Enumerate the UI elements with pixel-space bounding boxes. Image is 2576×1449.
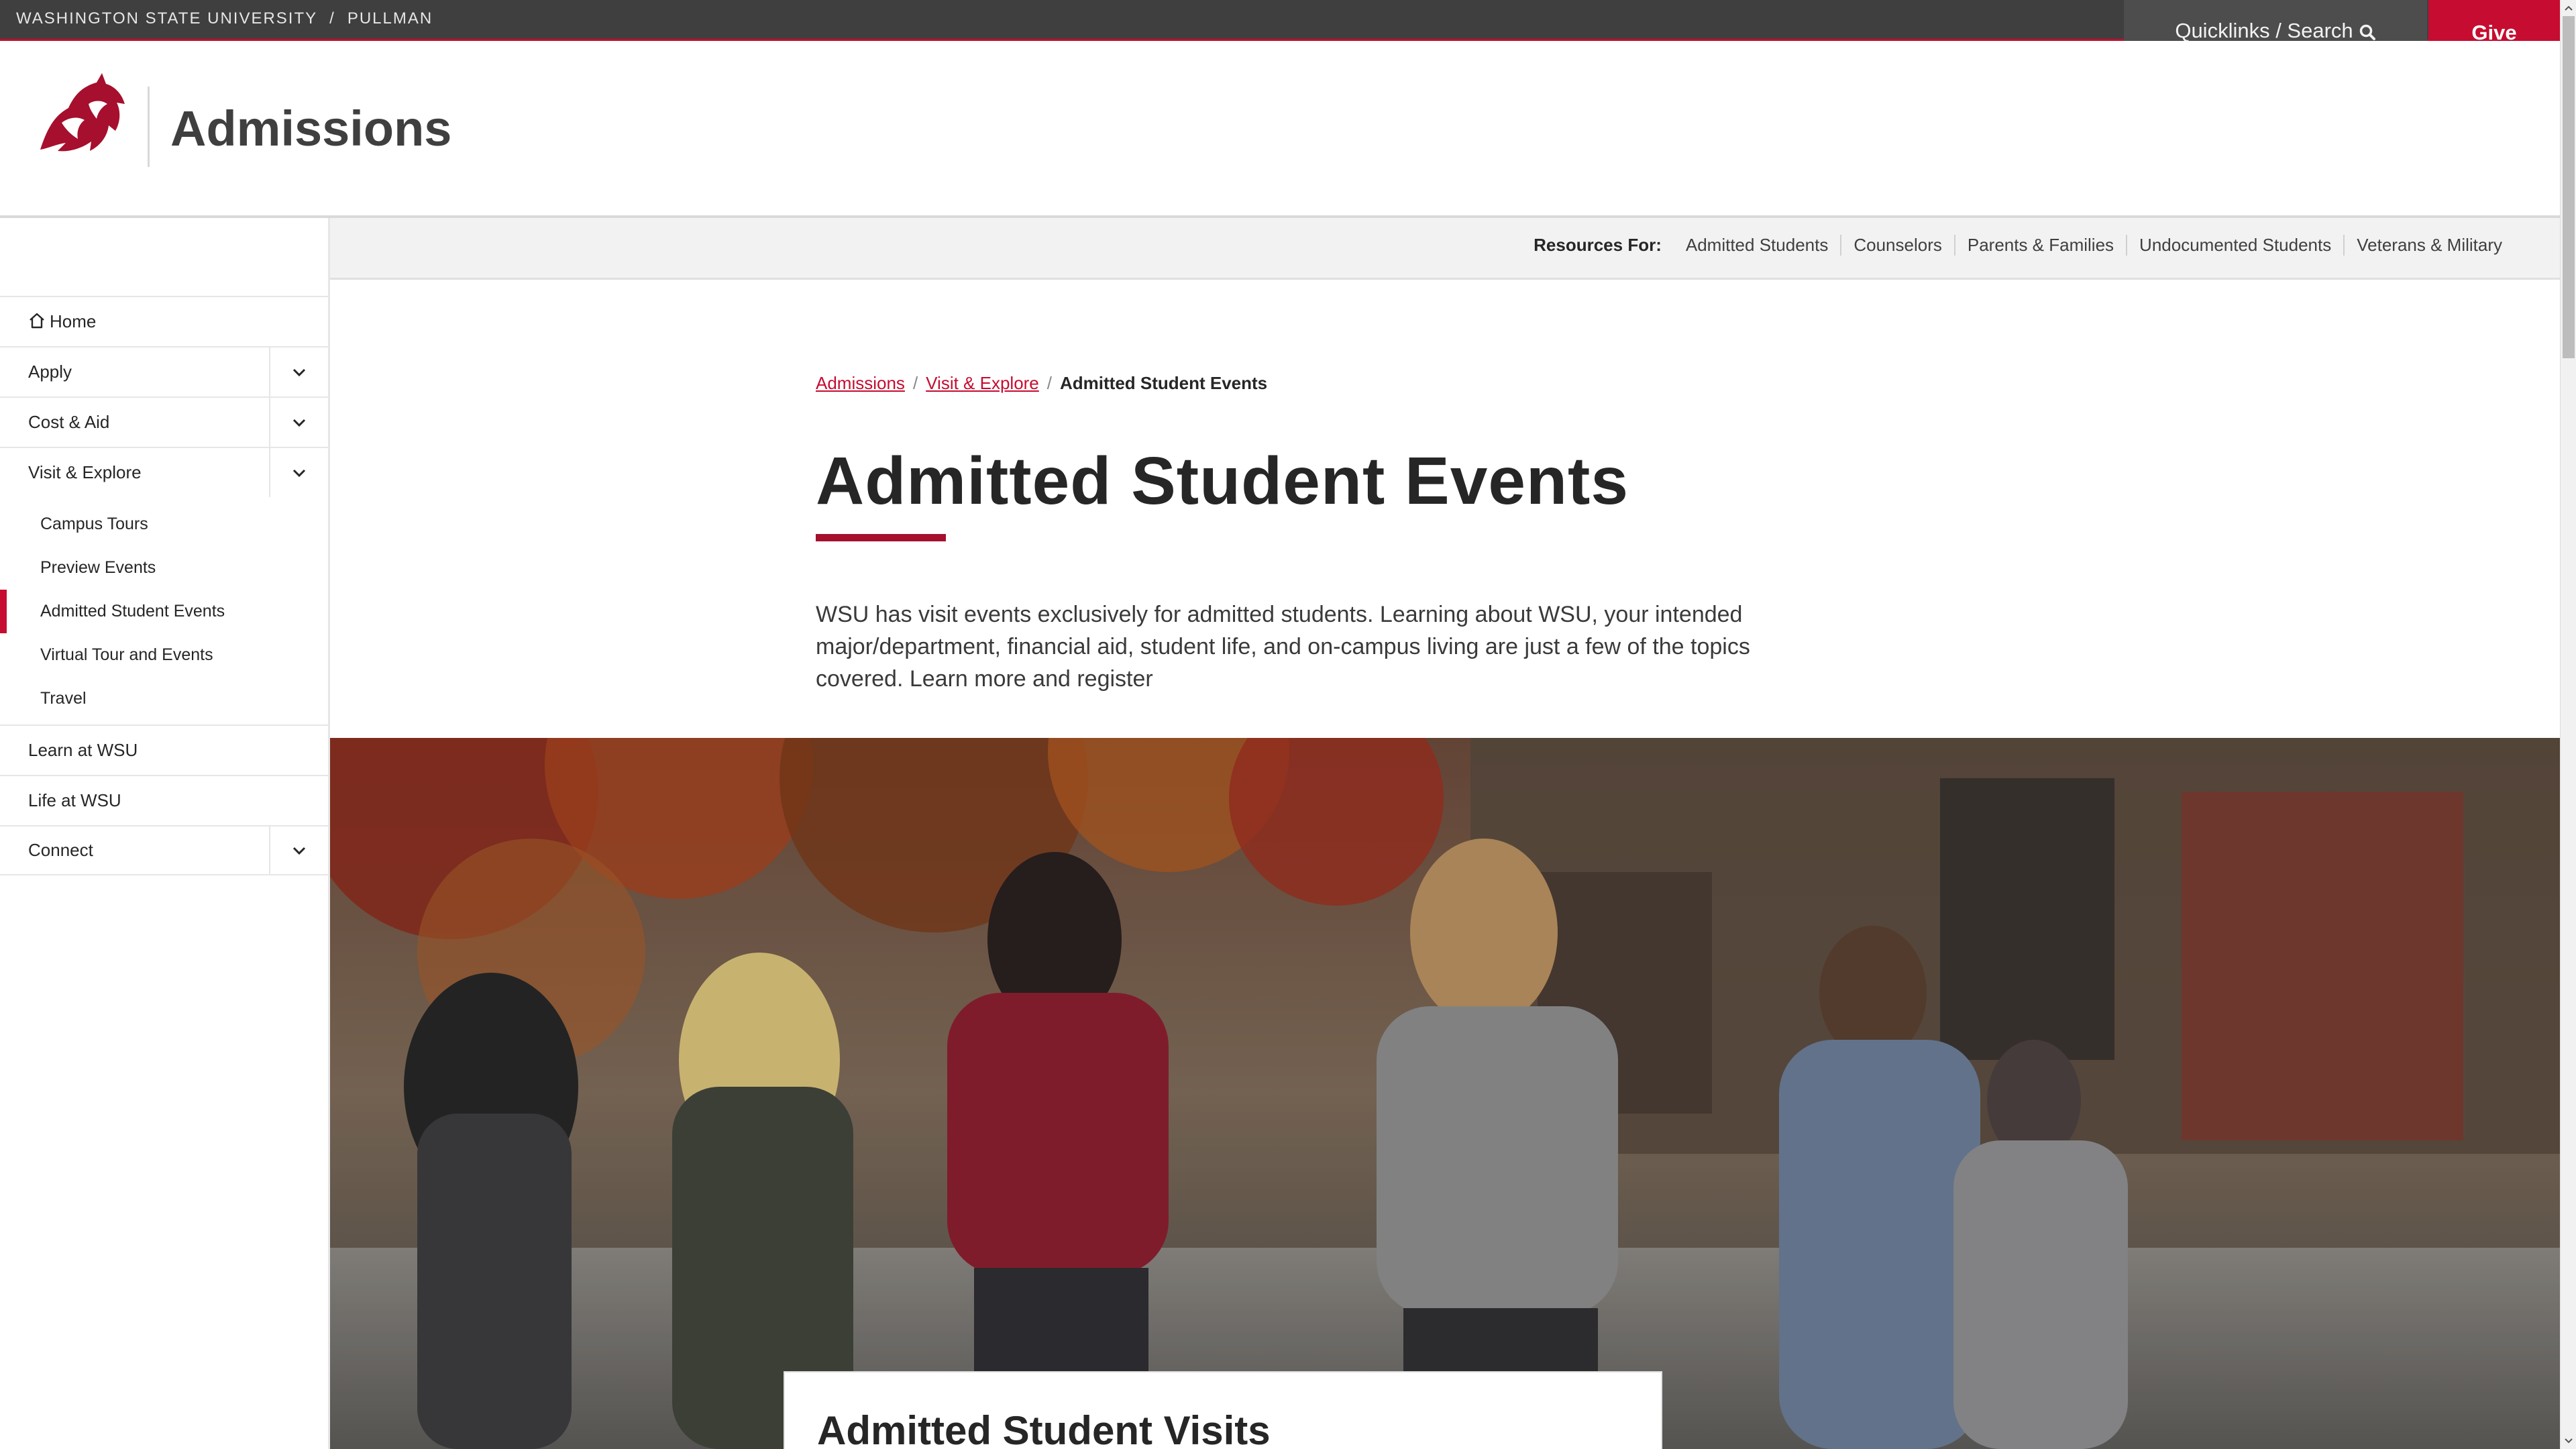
sidebar-subitem-preview-events[interactable]: Preview Events <box>0 546 328 590</box>
sidebar-subitem-travel[interactable]: Travel <box>0 677 328 720</box>
cost-aid-expand-toggle[interactable] <box>269 398 328 447</box>
sidebar-subitem-admitted-student-events[interactable]: Admitted Student Events <box>0 590 328 633</box>
university-breadcrumb: WASHINGTON STATE UNIVERSITY / PULLMAN <box>16 9 433 28</box>
card-title: Admitted Student Visits <box>817 1408 1271 1449</box>
intro-paragraph: WSU has visit events exclusively for adm… <box>816 602 1750 692</box>
sidebar-home-label: Home <box>50 311 97 331</box>
resource-link-veterans-military[interactable]: Veterans & Military <box>2343 235 2514 256</box>
search-icon <box>2359 22 2376 40</box>
home-icon <box>28 312 46 329</box>
wsu-cougar-logo[interactable] <box>27 69 129 171</box>
sidebar: Home Apply Cost & Aid Visit & Explore Ca… <box>0 218 330 1449</box>
sidebar-item-label: Visit & Explore <box>28 462 142 482</box>
breadcrumb-separator: / <box>912 373 918 393</box>
sidebar-item-label: Apply <box>28 362 72 382</box>
chevron-down-icon <box>292 847 306 855</box>
visit-explore-submenu: Campus Tours Preview Events Admitted Stu… <box>0 497 328 724</box>
breadcrumb-separator: / <box>1046 373 1052 393</box>
resources-bar: Resources For: Admitted Students Counsel… <box>330 218 2560 280</box>
admitted-visits-card: Admitted Student Visits <box>784 1371 1662 1449</box>
resource-link-admitted-students[interactable]: Admitted Students <box>1674 235 1840 256</box>
hero-image <box>330 738 2560 1449</box>
scroll-down-arrow-icon[interactable] <box>2561 1433 2576 1449</box>
chevron-down-icon <box>292 419 306 427</box>
apply-expand-toggle[interactable] <box>269 347 328 396</box>
sidebar-item-learn-at-wsu[interactable]: Learn at WSU <box>0 724 328 775</box>
site-title[interactable]: Admissions <box>170 100 451 157</box>
university-link[interactable]: WASHINGTON STATE UNIVERSITY <box>16 9 317 28</box>
sidebar-item-visit-explore[interactable]: Visit & Explore <box>0 447 328 497</box>
resources-label: Resources For: <box>1534 235 1662 255</box>
sidebar-item-label: Cost & Aid <box>28 412 110 432</box>
quicklinks-label: Quicklinks / Search <box>2175 19 2353 42</box>
campus-link[interactable]: PULLMAN <box>347 9 433 28</box>
logo-divider <box>148 87 150 167</box>
sidebar-item-connect[interactable]: Connect <box>0 825 328 875</box>
sidebar-item-label: Connect <box>28 840 93 860</box>
scrollbar-thumb[interactable] <box>2563 16 2575 358</box>
breadcrumb-link-admissions[interactable]: Admissions <box>816 373 905 394</box>
connect-expand-toggle[interactable] <box>269 826 328 874</box>
resource-link-counselors[interactable]: Counselors <box>1840 235 1954 256</box>
sidebar-item-home[interactable]: Home <box>0 296 328 346</box>
chevron-down-icon <box>292 368 306 376</box>
sidebar-item-label: Life at WSU <box>28 790 121 810</box>
sidebar-subitem-virtual-tour[interactable]: Virtual Tour and Events <box>0 633 328 677</box>
page-title: Admitted Student Events <box>816 443 1629 519</box>
resource-link-parents-families[interactable]: Parents & Families <box>1953 235 2126 256</box>
breadcrumb: Admissions / Visit & Explore / Admitted … <box>816 373 1267 394</box>
page-scrollbar[interactable] <box>2560 0 2576 1449</box>
sidebar-item-label: Home <box>0 311 96 332</box>
university-separator: / <box>329 9 335 28</box>
visit-explore-collapse-toggle[interactable] <box>269 448 328 497</box>
sidebar-item-apply[interactable]: Apply <box>0 346 328 396</box>
breadcrumb-current: Admitted Student Events <box>1060 373 1268 393</box>
sidebar-nav: Home Apply Cost & Aid Visit & Explore Ca… <box>0 296 328 875</box>
sidebar-item-label: Learn at WSU <box>28 740 138 760</box>
sidebar-item-life-at-wsu[interactable]: Life at WSU <box>0 775 328 825</box>
site-header: Admissions <box>0 41 2560 218</box>
sidebar-item-cost-aid[interactable]: Cost & Aid <box>0 396 328 447</box>
chevron-down-icon <box>292 469 306 477</box>
breadcrumb-link-visit-explore[interactable]: Visit & Explore <box>926 373 1039 394</box>
sidebar-subitem-campus-tours[interactable]: Campus Tours <box>0 502 328 546</box>
title-underline <box>816 534 946 541</box>
resources-nav: Resources For: Admitted Students Counsel… <box>1534 235 2514 256</box>
scroll-up-arrow-icon[interactable] <box>2561 0 2576 16</box>
resource-link-undocumented-students[interactable]: Undocumented Students <box>2126 235 2343 256</box>
